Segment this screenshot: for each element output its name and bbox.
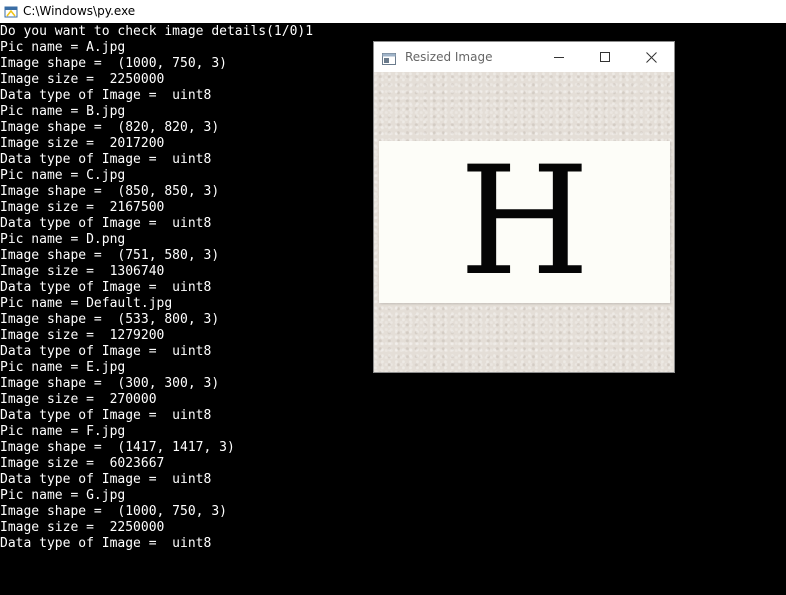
console-line: Image size = 2167500	[0, 200, 165, 215]
console-line: Image shape = (820, 820, 3)	[0, 120, 220, 135]
console-line: Image shape = (1000, 750, 3)	[0, 504, 227, 519]
console-line: Data type of Image = uint8	[0, 536, 212, 551]
console-line: Image shape = (850, 850, 3)	[0, 184, 220, 199]
console-line: Image shape = (1417, 1417, 3)	[0, 440, 235, 455]
console-line: Image shape = (533, 800, 3)	[0, 312, 220, 327]
console-line: Data type of Image = uint8	[0, 408, 212, 423]
console-line: Pic name = E.jpg	[0, 360, 126, 375]
console-line: Image size = 270000	[0, 392, 157, 407]
console-line: Do you want to check image details(1/0)1	[0, 24, 314, 39]
console-line: Image size = 2250000	[0, 520, 165, 535]
maximize-button[interactable]	[582, 42, 628, 72]
close-icon	[645, 51, 657, 63]
console-line: Data type of Image = uint8	[0, 152, 212, 167]
maximize-icon	[600, 52, 610, 62]
console-line: Data type of Image = uint8	[0, 216, 212, 231]
console-window-title: C:\Windows\py.exe	[23, 4, 136, 18]
console-line: Pic name = A.jpg	[0, 40, 126, 55]
console-line: Image size = 2250000	[0, 72, 165, 87]
console-line: Pic name = C.jpg	[0, 168, 126, 183]
python-console-icon	[4, 4, 18, 18]
image-window-titlebar[interactable]: Resized Image	[374, 42, 674, 72]
console-line: Image size = 2017200	[0, 136, 165, 151]
console-line: Pic name = G.jpg	[0, 488, 126, 503]
minimize-icon	[554, 52, 564, 62]
close-button[interactable]	[628, 42, 674, 72]
window-app-icon	[382, 50, 396, 65]
console-line: Image shape = (751, 580, 3)	[0, 248, 220, 263]
image-window-title: Resized Image	[405, 50, 493, 64]
console-line: Pic name = Default.jpg	[0, 296, 173, 311]
image-letter-h: H	[459, 135, 590, 309]
console-line: Image size = 6023667	[0, 456, 165, 471]
console-titlebar[interactable]: C:\Windows\py.exe	[0, 0, 786, 23]
console-line: Data type of Image = uint8	[0, 472, 212, 487]
console-line: Pic name = B.jpg	[0, 104, 126, 119]
console-line: Data type of Image = uint8	[0, 88, 212, 103]
console-line: Pic name = D.png	[0, 232, 126, 247]
console-line: Image shape = (300, 300, 3)	[0, 376, 220, 391]
resized-image-window[interactable]: Resized Image H	[373, 41, 675, 373]
console-line: Data type of Image = uint8	[0, 280, 212, 295]
minimize-button[interactable]	[536, 42, 582, 72]
image-white-card: H	[379, 141, 670, 303]
console-line: Image size = 1279200	[0, 328, 165, 343]
console-line: Image size = 1306740	[0, 264, 165, 279]
console-line: Image shape = (1000, 750, 3)	[0, 56, 227, 71]
image-display: H	[374, 72, 674, 372]
console-line: Pic name = F.jpg	[0, 424, 126, 439]
console-lines: Do you want to check image details(1/0)1…	[0, 24, 313, 552]
console-line: Data type of Image = uint8	[0, 344, 212, 359]
